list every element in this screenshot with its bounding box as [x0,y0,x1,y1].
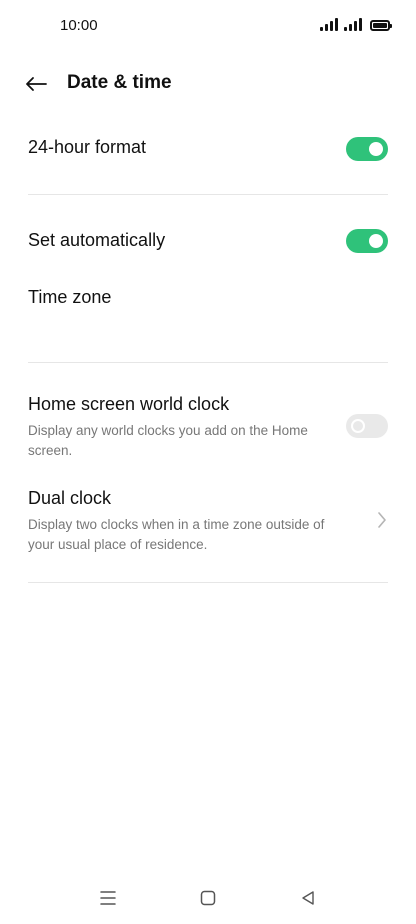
setting-24-hour-format[interactable]: 24-hour format [28,137,388,158]
setting-set-automatically[interactable]: Set automatically [28,230,388,251]
setting-world-clock[interactable]: Home screen world clock Display any worl… [28,394,388,461]
navigation-bar [0,872,416,924]
setting-label: Time zone [28,287,112,307]
setting-dual-clock[interactable]: Dual clock Display two clocks when in a … [28,488,388,555]
setting-label: Dual clock [28,488,112,508]
divider [28,362,388,363]
header: Date & time [0,64,416,104]
world-clock-toggle[interactable] [346,414,388,438]
menu-button[interactable] [96,886,120,910]
battery-icon [370,20,392,31]
nav-back-button[interactable] [296,886,320,910]
back-arrow-icon [26,77,47,91]
setting-label: 24-hour format [28,137,147,157]
divider [28,194,388,195]
signal-icon [344,18,362,31]
setting-description: Display two clocks when in a time zone o… [28,517,325,552]
toggle-knob [369,234,383,248]
page-title: Date & time [67,72,172,93]
menu-icon [100,891,116,905]
signal-icon [320,18,338,31]
divider [28,582,388,583]
home-icon [200,890,216,906]
status-time: 10:00 [60,17,98,34]
status-icons [320,18,392,31]
back-button[interactable] [22,70,50,98]
setting-label: Home screen world clock [28,394,230,414]
setting-description: Display any world clocks you add on the … [28,423,308,458]
setting-time-zone[interactable]: Time zone [28,287,388,308]
setting-label: Set automatically [28,230,166,250]
home-button[interactable] [196,886,220,910]
status-bar: 10:00 [0,0,416,52]
back-triangle-icon [302,891,314,905]
toggle-knob [369,142,383,156]
hour-format-toggle[interactable] [346,137,388,161]
toggle-knob [351,419,365,433]
set-automatically-toggle[interactable] [346,229,388,253]
chevron-right-icon [378,512,386,528]
